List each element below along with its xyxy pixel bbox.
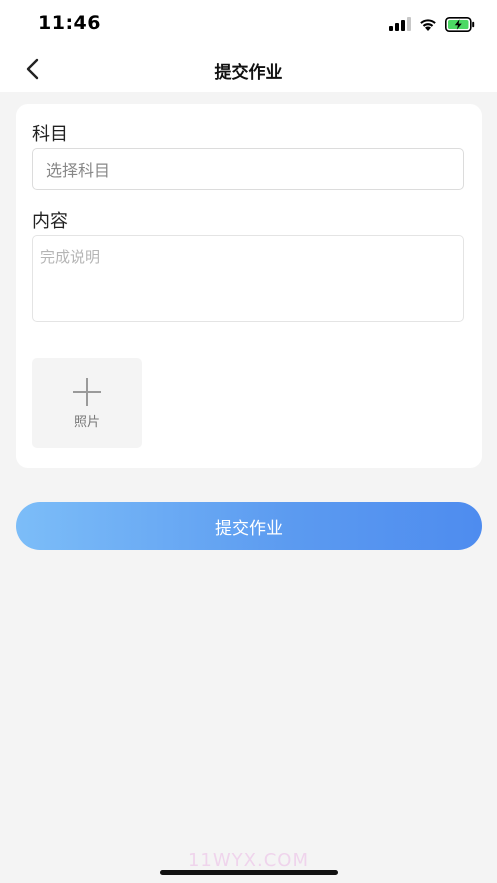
content-placeholder: 完成说明 <box>40 248 101 266</box>
page-title: 提交作业 <box>214 63 283 83</box>
subject-label: 科目 <box>32 124 68 145</box>
plus-icon <box>73 378 101 406</box>
content-textarea[interactable]: 完成说明 <box>32 235 464 322</box>
status-icons <box>389 14 475 34</box>
home-indicator <box>160 870 338 875</box>
status-bar: 11:46 <box>0 0 497 46</box>
add-photo-button[interactable]: 照片 <box>32 358 142 448</box>
subject-placeholder: 选择科目 <box>46 161 111 180</box>
nav-bar: 提交作业 <box>0 46 497 92</box>
content-label: 内容 <box>32 211 68 232</box>
homework-form-card: 科目 选择科目 内容 完成说明 照片 <box>16 104 482 468</box>
status-time: 11:46 <box>38 12 101 34</box>
submit-homework-button[interactable]: 提交作业 <box>16 502 482 550</box>
signal-icon <box>389 17 411 31</box>
photo-label: 照片 <box>73 415 100 430</box>
battery-charging-icon <box>445 16 475 32</box>
wifi-icon <box>420 18 436 31</box>
subject-select[interactable]: 选择科目 <box>32 148 464 190</box>
watermark: 11WYX.COM <box>187 850 310 871</box>
